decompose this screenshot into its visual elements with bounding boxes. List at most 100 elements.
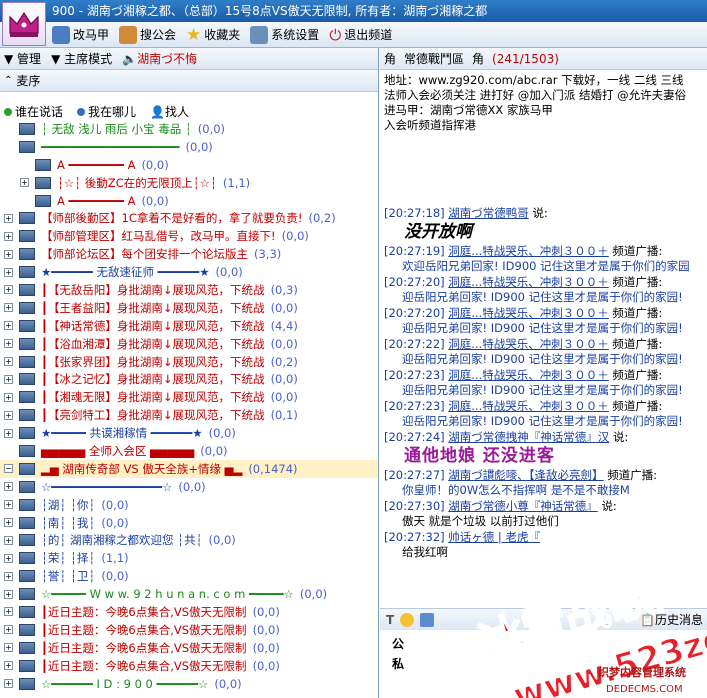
chat-body: 通他地娘 还没进客 xyxy=(404,446,555,466)
channel-row[interactable]: + ┃【湘魂无限】身批湖南↓展现风范，下统战 (0,0) xyxy=(0,388,378,406)
chat-sender[interactable]: 湖南づ常德拽神『神话常德』汉 xyxy=(448,430,609,444)
channel-row[interactable]: + 【师部论坛区】每个团安排一个论坛版主 (3,3) xyxy=(0,245,378,263)
expand-icon[interactable]: + xyxy=(4,643,13,653)
chat-sender[interactable]: 湖南づ常德小尊『神话常德』 xyxy=(448,499,598,513)
expand-icon[interactable]: + xyxy=(4,339,13,349)
expand-icon[interactable]: + xyxy=(4,249,13,259)
chat-sender[interactable]: 湖南づ常德鸭哥 xyxy=(448,206,529,220)
expand-icon[interactable]: + xyxy=(4,518,13,528)
channel-row[interactable]: + ┃【无敌岳阳】身批湖南↓展现风范，下统战 (0,3) xyxy=(0,281,378,299)
channel-row[interactable]: + ┃【浴血湘潭】身批湖南↓展现风范，下统战 (0,0) xyxy=(0,335,378,353)
expand-icon[interactable]: + xyxy=(20,178,29,188)
expand-icon[interactable]: + xyxy=(4,571,13,581)
who-speaking-button[interactable]: 谁在说话 xyxy=(4,103,63,120)
find-user-button[interactable]: 👤找人 xyxy=(150,103,189,120)
expand-icon[interactable]: + xyxy=(4,553,13,563)
channel-row[interactable]: + ★━━━━━ 共谟湘稼情 ━━━━━━★ (0,0) xyxy=(0,424,378,442)
manage-menu[interactable]: ▼ 管理 xyxy=(4,50,41,67)
expand-icon[interactable]: + xyxy=(4,303,13,313)
expand-icon[interactable]: + xyxy=(4,679,13,689)
font-icon[interactable]: T xyxy=(386,613,394,627)
channel-row[interactable]: + ┆南┆ ┆我┆ (0,0) xyxy=(0,514,378,532)
channel-row[interactable]: ━━━━━━━━━━━━━━━━━━━━ (0,0) xyxy=(0,138,378,156)
where-am-i-button[interactable]: 我在哪儿 xyxy=(77,103,136,120)
expand-icon[interactable]: + xyxy=(4,625,13,635)
collapse-icon[interactable]: − xyxy=(4,464,13,474)
channel-row[interactable]: + ┃【亮剑特工】身批湖南↓展现风范，下统战 (0,1) xyxy=(0,406,378,424)
expand-icon[interactable]: + xyxy=(4,231,13,241)
expand-icon[interactable]: + xyxy=(4,285,13,295)
expand-icon[interactable]: + xyxy=(4,392,13,402)
channel-count: (0,0) xyxy=(101,515,129,530)
channel-row[interactable]: + ┃【冰之记忆】身批湖南↓展现风范，下统战 (0,0) xyxy=(0,370,378,388)
channel-count: (0,0) xyxy=(101,497,129,512)
channel-count: (0,0) xyxy=(208,533,236,548)
channel-name: ┆南┆ ┆我┆ xyxy=(41,515,96,530)
channel-row[interactable]: + ┆湖┆ ┆你┆ (0,0) xyxy=(0,496,378,514)
expand-icon[interactable]: + xyxy=(4,589,13,599)
image-icon[interactable] xyxy=(420,612,435,627)
chat-timestamp: [20:27:32] xyxy=(384,530,445,544)
expand-icon[interactable]: + xyxy=(4,428,13,438)
message-input[interactable]: 公 私 xyxy=(380,630,707,698)
speaker-indicator[interactable]: 🔈湖南づ不悔 xyxy=(122,50,197,67)
channel-row[interactable]: + ┃近日主题：今晚6点集合,VS傲天无限制 (0,0) xyxy=(0,603,378,621)
chat-sender[interactable]: 洞庭...特战哭乐、冲刺３００＋ xyxy=(448,244,608,258)
chat-sender[interactable]: 洞庭...特战哭乐、冲刺３００＋ xyxy=(448,399,608,413)
channel-row[interactable]: + ┃【神话常德】身批湖南↓展现风范，下统战 (4,4) xyxy=(0,317,378,335)
channel-row[interactable]: ┆ 无敌 浅儿 雨后 小宝 毒品 ┆ (0,0) xyxy=(0,120,378,138)
channel-row[interactable]: + ┆誉┆ ┆卫┆ (0,0) xyxy=(0,567,378,585)
expand-icon[interactable]: + xyxy=(4,661,13,671)
channel-row[interactable]: + ☆━━━━━━ I D : 9 0 0 ━━━━━━☆ (0,0) xyxy=(0,675,378,693)
channel-row[interactable]: − ▂▅ 湖南传奇部 VS 傲天全族+情缘 ▅▂ (0,1474) xyxy=(0,459,378,478)
chat-sender[interactable]: 洞庭...特战哭乐、冲刺３００＋ xyxy=(448,337,608,351)
channel-row[interactable]: + ☆━━━━━━━━━━━━━━━━☆ (0,0) xyxy=(0,478,378,496)
channel-row[interactable]: + ┆的┆ 湖南湘稼之都欢迎您 ┆共┆ (0,0) xyxy=(0,531,378,549)
expand-icon[interactable]: + xyxy=(4,321,13,331)
channel-row[interactable]: + ☆━━━━━ W w w. 9 2 h u n a n. c o m ━━━━… xyxy=(0,585,378,603)
channel-row[interactable]: + 【师部後勤区】1C拿着不是好看的，拿了就要负责! (0,2) xyxy=(0,209,378,227)
favorites-button[interactable]: ★ 收藏夹 xyxy=(186,26,240,44)
channel-row[interactable]: + ★━━━━━━ 无敌速征师 ━━━━━━★ (0,0) xyxy=(0,263,378,281)
channel-row[interactable]: + ┃【张家界团】身批湖南↓展现风范，下统战 (0,2) xyxy=(0,353,378,371)
expand-icon[interactable]: + xyxy=(4,500,13,510)
chat-sender[interactable]: 洞庭...特战哭乐、冲刺３００＋ xyxy=(448,368,608,382)
channel-row[interactable]: + ┆荣┆ ┆择┆ (1,1) xyxy=(0,549,378,567)
mode-menu[interactable]: ▼ 主席模式 xyxy=(51,50,112,67)
system-settings-button[interactable]: 系统设置 xyxy=(250,25,319,44)
channel-row[interactable]: + ┃近日主题：今晚6点集合,VS傲天无限制 (0,0) xyxy=(0,621,378,639)
main-toolbar: 改马甲 搜公会 ★ 收藏夹 系统设置 ⏻ 退出频道 xyxy=(0,22,707,48)
channel-row[interactable]: ▅▅▅▅▅ 全师入会区 ▅▅▅▅▅ (0,0) xyxy=(0,442,378,460)
expand-icon[interactable]: + xyxy=(4,357,13,367)
chat-sender[interactable]: 帅话ヶ德 | 老虎『 xyxy=(448,530,540,544)
channel-row[interactable]: A ━━━━━━━━ A (0,0) xyxy=(0,192,378,210)
channel-row[interactable]: A ━━━━━━━━ A (0,0) xyxy=(0,156,378,174)
history-button[interactable]: 📋历史消息 xyxy=(640,611,707,628)
emoji-icon[interactable] xyxy=(400,612,415,627)
chat-panel: 角 常德戰鬥區 角 (241/1503) 地址：www.zg920.com/ab… xyxy=(380,48,707,698)
expand-icon[interactable]: + xyxy=(4,607,13,617)
chat-sender[interactable]: 洞庭...特战哭乐、冲刺３００＋ xyxy=(448,275,608,289)
expand-icon[interactable]: + xyxy=(4,410,13,420)
channel-row[interactable]: + ┆☆┆ 後動ZC在的无限顶上┆☆┆ (1,1) xyxy=(0,174,378,192)
expand-icon[interactable]: + xyxy=(4,213,13,223)
change-vest-button[interactable]: 改马甲 xyxy=(52,25,109,44)
channel-row[interactable]: + ┃近日主题：今晚6点集合,VS傲天无限制 (0,0) xyxy=(0,657,378,675)
search-guild-button[interactable]: 搜公会 xyxy=(119,25,176,44)
expand-icon[interactable]: + xyxy=(4,267,13,277)
exit-channel-button[interactable]: ⏻ 退出频道 xyxy=(329,26,392,44)
expand-icon[interactable]: + xyxy=(4,482,13,492)
channel-name: ┃【冰之记忆】身批湖南↓展现风范，下统战 xyxy=(41,372,265,387)
channel-row[interactable]: + 【师部管理区】红马乱借号，改马甲。直接下! (0,0) xyxy=(0,227,378,245)
chat-message: [20:27:20] 洞庭...特战哭乐、冲刺３００＋ 频道广播: 迎岳阳兄弟回家… xyxy=(384,306,703,336)
channel-row[interactable]: + ┃近日主题：今晚6点集合,VS傲天无限制 (0,0) xyxy=(0,639,378,657)
channel-tab[interactable]: ⌃ 麦序 xyxy=(0,70,378,92)
channel-row[interactable]: + ┃【王者益阳】身批湖南↓展现风范，下统战 (0,0) xyxy=(0,299,378,317)
expand-icon[interactable]: + xyxy=(4,374,13,384)
notice-line: 入会听频道指挥港 xyxy=(384,118,476,132)
channel-name: ★━━━━━ 共谟湘稼情 ━━━━━━★ xyxy=(41,426,203,441)
tree-rows: ┆ 无敌 浅儿 雨后 小宝 毒品 ┆ (0,0) ━━━━━━━━━━━━━━━━━… xyxy=(0,120,378,693)
expand-icon[interactable]: + xyxy=(4,535,13,545)
chat-sender[interactable]: 湖南づ謴彪嘜、【逢敌必亮劍】 xyxy=(448,468,603,482)
chat-sender[interactable]: 洞庭...特战哭乐、冲刺３００＋ xyxy=(448,306,608,320)
